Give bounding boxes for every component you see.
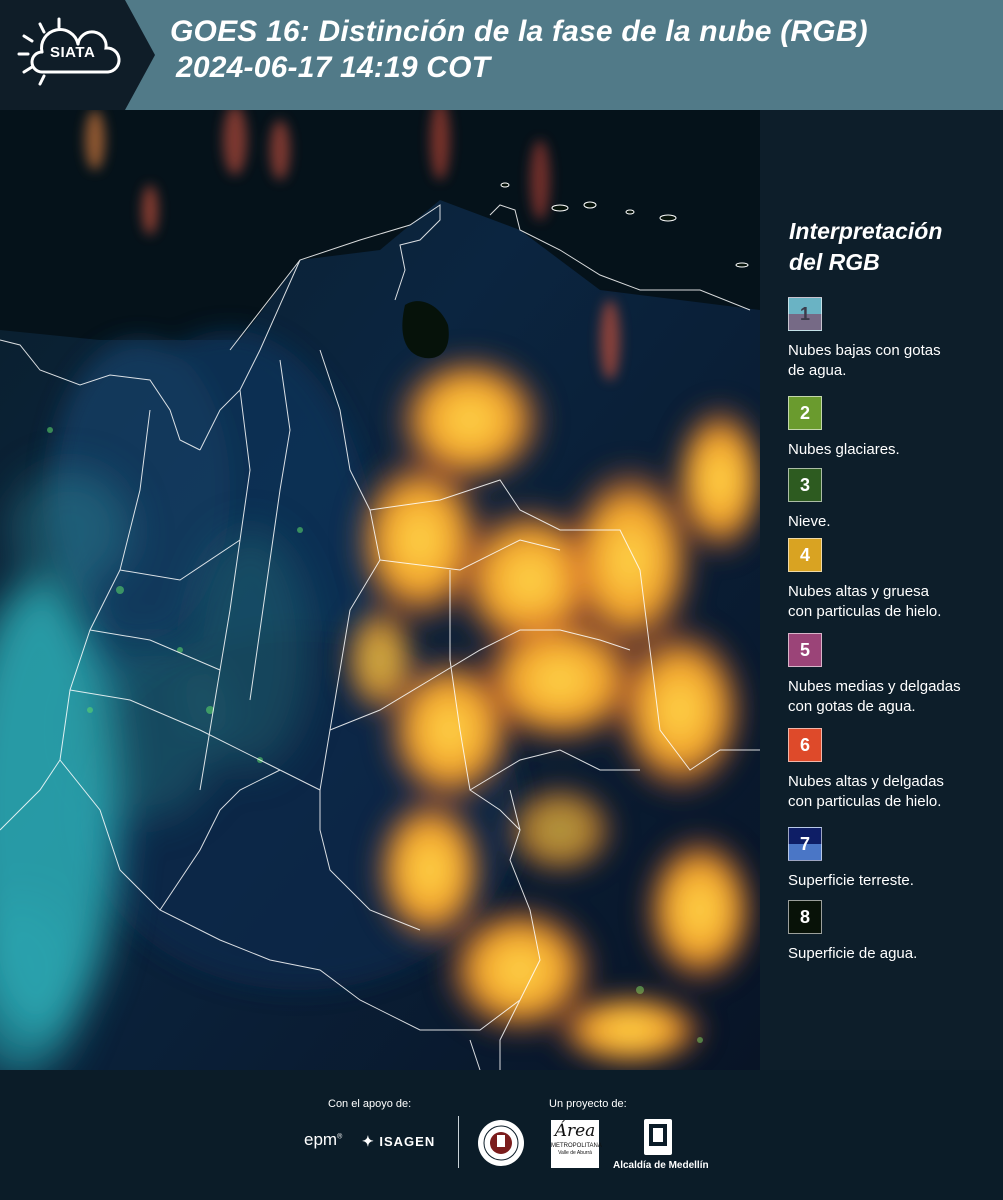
- page-title: GOES 16: Distinción de la fase de la nub…: [170, 14, 868, 86]
- legend-swatch: 5: [788, 633, 822, 667]
- legend-text: Nubes bajas con gotas de agua.: [788, 341, 998, 381]
- alcaldia-label: Alcaldía de Medellín: [613, 1160, 709, 1171]
- legend-swatch: 2: [788, 396, 822, 430]
- legend-title-line-2: del RGB: [789, 249, 880, 275]
- legend-item: 1 Nubes bajas con gotas de agua.: [788, 297, 998, 381]
- satellite-image: [0, 110, 760, 1070]
- legend-text-line-1: Nubes glaciares.: [788, 441, 900, 458]
- epm-logo: epm®: [304, 1130, 343, 1149]
- footer: Con el apoyo de: Un proyecto de: epm® ✦ …: [0, 1070, 1003, 1200]
- support-label: Con el apoyo de:: [328, 1098, 412, 1110]
- legend-text: Nieve.: [788, 512, 998, 532]
- legend-title-line-1: Interpretación: [789, 218, 943, 244]
- medellin-seal-icon: [478, 1120, 524, 1166]
- legend-item: 2 Nubes glaciares.: [788, 396, 998, 460]
- satellite-map: [0, 110, 760, 1070]
- legend-item: 7 Superficie terreste.: [788, 827, 998, 891]
- title-line-1: GOES 16: Distinción de la fase de la nub…: [170, 15, 868, 48]
- legend-text: Nubes altas y gruesa con particulas de hi…: [788, 582, 998, 622]
- area-metropolitana-logo-subtitle-2: Valle de Aburrá: [558, 1150, 592, 1156]
- legend-text: Nubes glaciares.: [788, 440, 998, 460]
- alcaldia-shield-icon: [644, 1119, 672, 1155]
- legend-text-line-1: Superficie terreste.: [788, 872, 914, 889]
- isagen-logo-text: ISAGEN: [379, 1134, 436, 1149]
- legend-text-line-1: Superficie de agua.: [788, 945, 918, 962]
- legend-text-line-2: con particulas de hielo.: [788, 793, 942, 810]
- legend-panel: Interpretación del RGB 1 Nubes bajas con …: [760, 110, 1003, 1070]
- footer-divider: [458, 1116, 459, 1168]
- area-metropolitana-logo-subtitle: METROPOLITANA: [551, 1143, 602, 1149]
- legend-item: 3 Nieve.: [788, 468, 998, 532]
- area-metropolitana-logo-text: Área: [554, 1121, 596, 1141]
- legend-text-line-1: Nubes medias y delgadas: [788, 678, 961, 695]
- legend-text: Superficie terreste.: [788, 871, 998, 891]
- legend-text-line-2: con gotas de agua.: [788, 698, 916, 715]
- legend-text: Superficie de agua.: [788, 944, 998, 964]
- area-metropolitana-logo: Área METROPOLITANA Valle de Aburrá: [551, 1120, 602, 1168]
- legend-swatch: 3: [788, 468, 822, 502]
- legend-text-line-1: Nieve.: [788, 513, 831, 530]
- isagen-logo: ✦ ISAGEN: [362, 1133, 435, 1150]
- epm-logo-text: epm: [304, 1130, 338, 1149]
- legend-swatch: 7: [788, 827, 822, 861]
- legend-swatch: 1: [788, 297, 822, 331]
- legend-swatch: 6: [788, 728, 822, 762]
- legend-text-line-1: Nubes bajas con gotas: [788, 342, 941, 359]
- project-label: Un proyecto de:: [549, 1098, 627, 1110]
- legend-title: Interpretación del RGB: [789, 216, 989, 278]
- legend-item: 6 Nubes altas y delgadas con particulas de…: [788, 728, 998, 812]
- header: SIATA GOES 16: Distinción de la fase de …: [0, 0, 1003, 110]
- legend-text: Nubes altas y delgadas con particulas de …: [788, 772, 998, 812]
- legend-text-line-2: con particulas de hielo.: [788, 603, 942, 620]
- legend-item: 4 Nubes altas y gruesa con particulas de h…: [788, 538, 998, 622]
- legend-swatch: 4: [788, 538, 822, 572]
- legend-item: 5 Nubes medias y delgadas con gotas de agu…: [788, 633, 998, 717]
- siata-logo-text: SIATA: [50, 44, 96, 61]
- legend-text-line-2: de agua.: [788, 362, 847, 379]
- legend-text-line-1: Nubes altas y gruesa: [788, 583, 929, 600]
- legend-swatch: 8: [788, 900, 822, 934]
- isagen-icon: ✦: [362, 1133, 375, 1149]
- legend-text: Nubes medias y delgadas con gotas de agua…: [788, 677, 998, 717]
- title-line-2: 2024-06-17 14:19 COT: [176, 51, 491, 84]
- legend-item: 8 Superficie de agua.: [788, 900, 998, 964]
- legend-text-line-1: Nubes altas y delgadas: [788, 773, 944, 790]
